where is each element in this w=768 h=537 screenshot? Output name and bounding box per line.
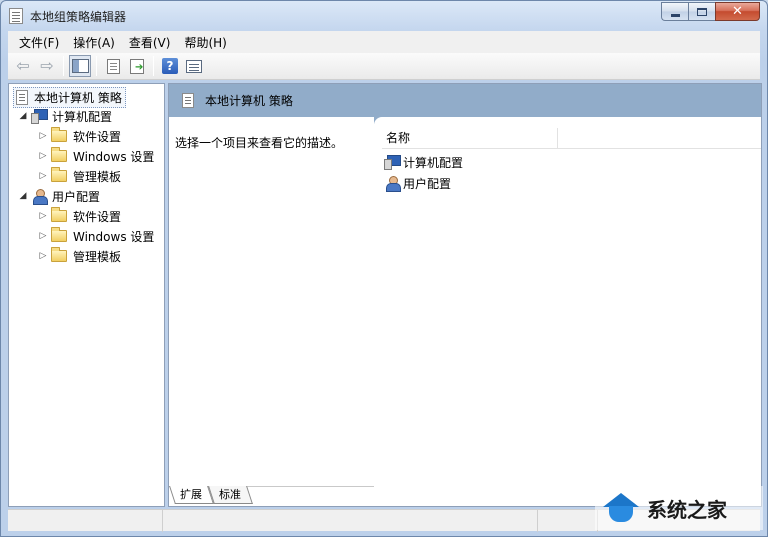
back-button[interactable]: ⇦ xyxy=(12,55,34,77)
status-segment xyxy=(538,510,598,532)
window-title: 本地组策略编辑器 xyxy=(30,10,127,24)
minimize-icon xyxy=(670,13,680,17)
tab-label: 标准 xyxy=(219,488,241,501)
expand-arrow-icon[interactable]: ▷ xyxy=(38,211,48,221)
house-logo-icon xyxy=(601,493,641,523)
status-segment xyxy=(8,510,163,532)
list-item-computer-config[interactable]: 计算机配置 xyxy=(384,152,463,172)
tree-item-user-config[interactable]: ◢ 用户配置 xyxy=(18,186,100,206)
tree-item-windows-settings[interactable]: ▷ Windows 设置 xyxy=(38,146,154,166)
menu-bar: 文件(F) 操作(A) 查看(V) 帮助(H) xyxy=(8,31,760,53)
policy-icon xyxy=(182,93,194,108)
help-button[interactable]: ? xyxy=(159,55,181,77)
tree-label: 用户配置 xyxy=(52,189,101,204)
minimize-button[interactable] xyxy=(661,2,688,21)
console-tree-icon xyxy=(71,59,89,73)
user-icon xyxy=(31,188,48,205)
expand-arrow-icon[interactable]: ▷ xyxy=(38,171,48,181)
description-text: 选择一个项目来查看它的描述。 xyxy=(175,136,344,150)
close-icon: ✕ xyxy=(732,4,743,19)
forward-button[interactable]: ⇨ xyxy=(36,55,58,77)
expand-arrow-icon[interactable]: ▷ xyxy=(38,251,48,261)
description-panel: 选择一个项目来查看它的描述。 xyxy=(169,117,373,488)
back-arrow-icon: ⇦ xyxy=(16,56,30,75)
column-name-header[interactable]: 名称 xyxy=(382,128,558,149)
computer-icon xyxy=(31,109,48,124)
export-icon xyxy=(130,58,144,74)
folder-icon xyxy=(51,167,67,182)
folder-icon xyxy=(51,207,67,222)
tree-label: Windows 设置 xyxy=(73,149,155,164)
toolbar-separator xyxy=(96,56,97,76)
watermark-text: 系统之家 xyxy=(647,497,727,522)
policy-icon xyxy=(16,89,28,105)
details-title: 本地计算机 策略 xyxy=(205,94,293,108)
console-tree: 本地计算机 策略 ◢ 计算机配置 ▷ 软件设置 ▷ Windows 设置 ▷ 管… xyxy=(8,83,165,507)
folder-icon xyxy=(51,147,67,162)
maximize-icon xyxy=(697,7,707,16)
show-hide-tree-button[interactable] xyxy=(69,55,91,77)
toolbar-separator xyxy=(63,56,64,76)
user-icon xyxy=(384,175,401,192)
list-item-label: 用户配置 xyxy=(403,176,452,191)
toolbar: ⇦ ⇨ ? xyxy=(8,53,760,80)
tree-root-selection: 本地计算机 策略 xyxy=(13,86,126,108)
forward-arrow-icon: ⇨ xyxy=(40,56,54,75)
window: 本地组策略编辑器 ✕ 文件(F) 操作(A) 查看(V) 帮助(H) ⇦ ⇨ ?… xyxy=(0,0,768,537)
watermark-logo: 系统之家 xyxy=(595,486,763,530)
tree-label: 计算机配置 xyxy=(52,109,113,124)
expand-arrow-icon[interactable]: ▷ xyxy=(38,131,48,141)
item-list-body: 名称 计算机配置 用户配置 xyxy=(374,117,761,488)
tree-item-user-software-settings[interactable]: ▷ 软件设置 xyxy=(38,206,121,226)
list-item-user-config[interactable]: 用户配置 xyxy=(384,173,451,193)
menu-view[interactable]: 查看(V) xyxy=(122,34,178,51)
tab-extended[interactable]: 扩展 xyxy=(169,486,214,504)
app-icon xyxy=(9,8,23,24)
toolbar-separator xyxy=(153,56,154,76)
list-column-header: 名称 xyxy=(382,128,761,149)
list-item-label: 计算机配置 xyxy=(403,155,464,170)
collapse-arrow-icon[interactable]: ◢ xyxy=(18,191,28,201)
title-bar: 本地组策略编辑器 ✕ xyxy=(1,1,767,31)
tree-label: 管理模板 xyxy=(73,249,122,264)
collapse-arrow-icon[interactable]: ◢ xyxy=(18,111,28,121)
properties-icon xyxy=(106,58,120,74)
help-icon: ? xyxy=(162,58,178,74)
maximize-button[interactable] xyxy=(688,2,715,21)
tree-item-software-settings[interactable]: ▷ 软件设置 xyxy=(38,126,121,146)
tree-item-root[interactable]: 本地计算机 策略 xyxy=(13,86,126,108)
tree-label: Windows 设置 xyxy=(73,229,155,244)
menu-action[interactable]: 操作(A) xyxy=(66,34,122,51)
menu-help[interactable]: 帮助(H) xyxy=(177,34,233,51)
tree-label: 软件设置 xyxy=(73,209,122,224)
properties-button[interactable] xyxy=(102,55,124,77)
filter-icon xyxy=(186,59,202,73)
computer-icon xyxy=(384,155,401,170)
folder-icon xyxy=(51,227,67,242)
expand-arrow-icon[interactable]: ▷ xyxy=(38,151,48,161)
expand-arrow-icon[interactable]: ▷ xyxy=(38,231,48,241)
tree-item-user-admin-templates[interactable]: ▷ 管理模板 xyxy=(38,246,121,266)
filter-button[interactable] xyxy=(183,55,205,77)
window-controls: ✕ xyxy=(661,2,760,21)
folder-icon xyxy=(51,127,67,142)
details-pane: 本地计算机 策略 选择一个项目来查看它的描述。 名称 计算机配置 用户配置 扩展… xyxy=(168,83,762,507)
tree-item-user-windows-settings[interactable]: ▷ Windows 设置 xyxy=(38,226,154,246)
menu-file[interactable]: 文件(F) xyxy=(12,34,66,51)
tree-root-label: 本地计算机 策略 xyxy=(34,90,122,105)
folder-icon xyxy=(51,247,67,262)
status-segment xyxy=(163,510,538,532)
tab-standard[interactable]: 标准 xyxy=(208,486,253,504)
tree-label: 软件设置 xyxy=(73,129,122,144)
item-list: 名称 计算机配置 用户配置 xyxy=(374,84,761,488)
tree-item-admin-templates[interactable]: ▷ 管理模板 xyxy=(38,166,121,186)
close-button[interactable]: ✕ xyxy=(715,2,760,21)
tree-label: 管理模板 xyxy=(73,169,122,184)
tree-item-computer-config[interactable]: ◢ 计算机配置 xyxy=(18,106,112,126)
tab-label: 扩展 xyxy=(180,488,202,501)
export-list-button[interactable] xyxy=(126,55,148,77)
